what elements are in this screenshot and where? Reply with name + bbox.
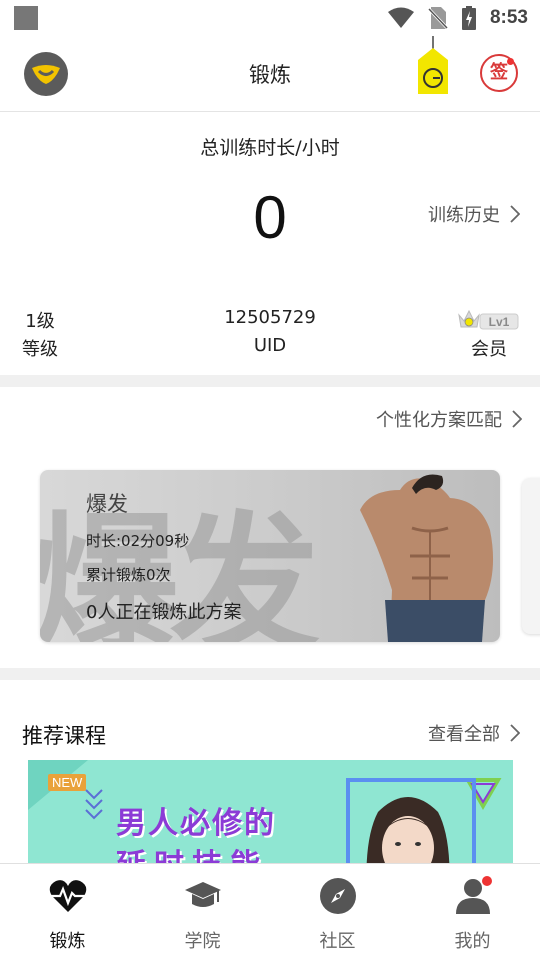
level-value: 1级 (25, 311, 55, 332)
recommended-courses: 推荐课程 查看全部 NEW 男人必修的 延时技能 (0, 680, 540, 863)
chevron-right-icon (510, 724, 520, 742)
level-label: 等级 (22, 339, 58, 360)
level-stat[interactable]: 1级 等级 (20, 307, 60, 361)
notification-dot (507, 58, 514, 65)
uid-label: UID (253, 335, 287, 356)
page-title: 锻炼 (249, 63, 291, 87)
nav-tab-academy[interactable]: 学院 (135, 864, 270, 960)
nav-tab-community[interactable]: 社区 (270, 864, 405, 960)
wifi-icon (387, 7, 414, 28)
app-bar: 锻炼 签 (0, 36, 540, 112)
nav-label: 锻炼 (49, 931, 86, 952)
no-sim-icon (427, 7, 448, 30)
graduation-cap-icon (184, 882, 221, 907)
uid-stat: 12505729 UID (200, 307, 340, 356)
crown-icon: Lv1 (458, 309, 519, 330)
nav-label: 我的 (454, 931, 491, 952)
chevron-right-icon (512, 410, 522, 428)
new-badge: NEW (48, 774, 87, 791)
banner-subheadline: 延时技能 (116, 840, 268, 863)
total-duration-label: 总训练时长/小时 (200, 137, 340, 159)
vip-badge: Lv1 (455, 307, 523, 333)
bottom-navigation: 锻炼 学院 社区 我的 (0, 863, 540, 960)
plan-match-link[interactable]: 个性化方案匹配 (376, 406, 522, 432)
nav-label: 社区 (319, 931, 356, 952)
see-all-label: 查看全部 (428, 724, 500, 745)
status-icons: 8:53 (387, 4, 528, 32)
notification-icon (14, 6, 38, 30)
training-history-link[interactable]: 训练历史 (428, 201, 520, 227)
uid-value: 12505729 (224, 307, 316, 328)
presenter-photo (366, 797, 450, 863)
training-stats: 总训练时长/小时 0 训练历史 1级 等级 12505729 UID Lv1 会… (0, 113, 540, 375)
section-divider (0, 668, 540, 680)
training-history-label: 训练历史 (428, 205, 500, 226)
plan-participants: 0人正在锻炼此方案 (86, 602, 242, 623)
status-bar: 8:53 (0, 0, 540, 36)
plan-card[interactable]: 爆发 爆发 时长:02分09秒 累计锻炼0次 0人正在锻炼此方案 (40, 470, 500, 642)
section-divider (0, 375, 540, 387)
battery-icon (461, 6, 476, 30)
courses-title: 推荐课程 (22, 724, 106, 748)
plan-match-label: 个性化方案匹配 (376, 410, 502, 431)
athlete-image (360, 474, 494, 642)
plan-duration: 时长:02分09秒 (86, 532, 190, 550)
nav-label: 学院 (184, 931, 221, 952)
clock: 8:53 (489, 7, 528, 28)
sign-in-button[interactable]: 签 (480, 54, 518, 92)
sign-in-label: 签 (490, 62, 508, 83)
chevron-right-icon (510, 205, 520, 223)
member-label: 会员 (471, 339, 507, 360)
plan-section: 个性化方案匹配 爆发 爆发 时长:02分09秒 累计锻炼0次 0人正在锻炼此方案 (0, 388, 540, 668)
nav-tab-profile[interactable]: 我的 (405, 864, 540, 960)
heartbeat-icon (49, 880, 86, 912)
user-icon (455, 876, 492, 914)
plan-count: 累计锻炼0次 (86, 566, 171, 584)
course-banner[interactable]: NEW 男人必修的 延时技能 (28, 760, 513, 863)
compass-icon (319, 878, 356, 914)
vip-level-text: Lv1 (489, 315, 510, 329)
member-stat[interactable]: Lv1 会员 (455, 307, 523, 361)
see-all-link[interactable]: 查看全部 (428, 720, 520, 746)
next-plan-card[interactable] (522, 478, 540, 634)
banner-headline: 男人必修的 (116, 806, 276, 841)
plan-name: 爆发 (86, 492, 128, 516)
nav-tab-workout[interactable]: 锻炼 (0, 864, 135, 960)
g-tag-icon[interactable] (416, 36, 450, 96)
